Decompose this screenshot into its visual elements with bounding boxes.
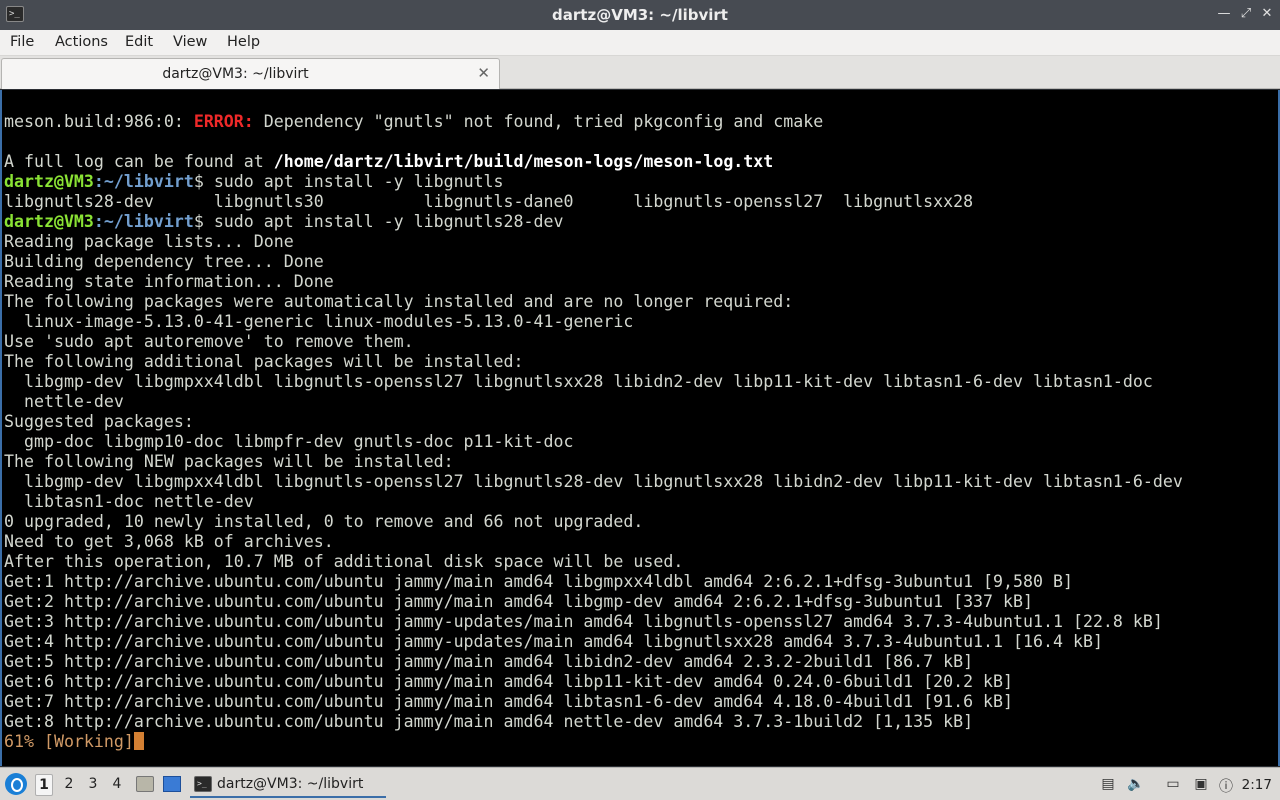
output-line: Get:3 http://archive.ubuntu.com/ubuntu j…	[4, 612, 1163, 631]
clock[interactable]: 2:17	[1242, 777, 1272, 793]
workspace-1[interactable]: 1	[35, 774, 53, 796]
workspace-3[interactable]: 3	[84, 776, 102, 796]
menu-bar: File Actions Edit View Help	[0, 30, 1280, 56]
menu-view[interactable]: View	[173, 34, 207, 50]
output-line: Get:5 http://archive.ubuntu.com/ubuntu j…	[4, 652, 974, 671]
menu-file[interactable]: File	[10, 34, 34, 50]
terminal-line: A full log can be found at /home/dartz/l…	[4, 152, 774, 171]
minimize-button[interactable]: —	[1216, 6, 1232, 22]
output-line: libgmp-dev libgmpxx4ldbl libgnutls-opens…	[4, 472, 1183, 491]
menu-actions[interactable]: Actions	[55, 34, 108, 50]
terminal-line: libgnutls28-dev libgnutls30 libgnutls-da…	[4, 192, 974, 211]
workspace-2[interactable]: 2	[60, 776, 78, 796]
output-line: libtasn1-doc nettle-dev	[4, 492, 254, 511]
output-line: After this operation, 10.7 MB of additio…	[4, 552, 684, 571]
terminal-icon: >_	[194, 776, 212, 792]
terminal-tab[interactable]: dartz@VM3: ~/libvirt ✕	[1, 58, 500, 89]
workspace-4[interactable]: 4	[108, 776, 126, 796]
start-menu-icon[interactable]	[5, 773, 27, 795]
tab-close-icon[interactable]: ✕	[477, 64, 490, 82]
taskbar-item-terminal[interactable]: >_ dartz@VM3: ~/libvirt	[190, 771, 386, 798]
output-line: Use 'sudo apt autoremove' to remove them…	[4, 332, 414, 351]
output-line: Suggested packages:	[4, 412, 194, 431]
progress-line: 61% [Working]	[4, 732, 144, 752]
window-titlebar[interactable]: >_ dartz@VM3: ~/libvirt — ⤢ ✕	[0, 0, 1280, 30]
output-line: libgmp-dev libgmpxx4ldbl libgnutls-opens…	[4, 372, 1153, 391]
output-line: Get:6 http://archive.ubuntu.com/ubuntu j…	[4, 672, 1014, 691]
prompt-line: dartz@VM3:~/libvirt$ sudo apt install -y…	[4, 212, 564, 231]
terminal-line: meson.build:986:0: ERROR: Dependency "gn…	[4, 112, 824, 131]
output-line: Need to get 3,068 kB of archives.	[4, 532, 334, 551]
output-line: Reading package lists... Done	[4, 232, 294, 251]
output-line: Get:2 http://archive.ubuntu.com/ubuntu j…	[4, 592, 1033, 611]
output-line: Get:8 http://archive.ubuntu.com/ubuntu j…	[4, 712, 974, 731]
output-line: linux-image-5.13.0-41-generic linux-modu…	[4, 312, 634, 331]
terminal-view[interactable]: meson.build:986:0: ERROR: Dependency "gn…	[0, 90, 1280, 766]
close-window-button[interactable]: ✕	[1259, 6, 1275, 22]
volume-icon[interactable]: 🔈	[1127, 776, 1145, 794]
output-line: The following NEW packages will be insta…	[4, 452, 454, 471]
text-cursor	[133, 732, 144, 750]
output-line: Building dependency tree... Done	[4, 252, 324, 271]
window-title: dartz@VM3: ~/libvirt	[552, 6, 728, 24]
output-line: Get:7 http://archive.ubuntu.com/ubuntu j…	[4, 692, 1014, 711]
progress-text: 61% [Working]	[4, 732, 134, 751]
tab-bar: dartz@VM3: ~/libvirt ✕	[0, 56, 1280, 89]
output-line: 0 upgraded, 10 newly installed, 0 to rem…	[4, 512, 644, 531]
output-line: The following additional packages will b…	[4, 352, 524, 371]
network-icon[interactable]: ▣	[1192, 776, 1210, 794]
output-line: gmp-doc libgmp10-doc libmpfr-dev gnutls-…	[4, 432, 574, 451]
output-line: Reading state information... Done	[4, 272, 334, 291]
output-line: Get:1 http://archive.ubuntu.com/ubuntu j…	[4, 572, 1073, 591]
menu-edit[interactable]: Edit	[125, 34, 153, 50]
taskbar: 1 2 3 4 >_ dartz@VM3: ~/libvirt ▤ 🔈 ▭ ▣ …	[0, 767, 1280, 800]
prompt-line: dartz@VM3:~/libvirt$ sudo apt install -y…	[4, 172, 504, 191]
maximize-button[interactable]: ⤢	[1238, 6, 1254, 22]
output-line: The following packages were automaticall…	[4, 292, 794, 311]
clipboard-icon[interactable]: ▤	[1099, 776, 1117, 794]
menu-help[interactable]: Help	[227, 34, 260, 50]
show-desktop-icon[interactable]	[163, 776, 181, 792]
tab-label: dartz@VM3: ~/libvirt	[162, 66, 309, 82]
output-line: Get:4 http://archive.ubuntu.com/ubuntu j…	[4, 632, 1103, 651]
file-manager-icon[interactable]	[136, 776, 154, 792]
notes-icon[interactable]: ▭	[1164, 776, 1182, 794]
update-notifier-icon[interactable]: ⓘ	[1217, 776, 1235, 795]
output-line: nettle-dev	[4, 392, 124, 411]
taskbar-item-label: dartz@VM3: ~/libvirt	[217, 776, 364, 792]
